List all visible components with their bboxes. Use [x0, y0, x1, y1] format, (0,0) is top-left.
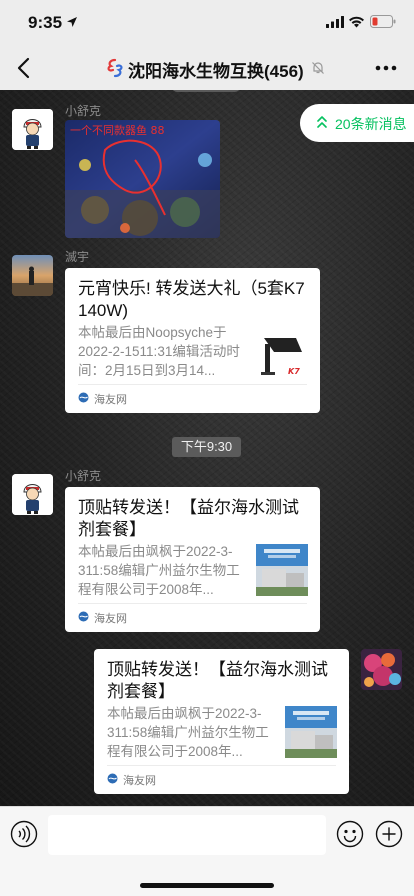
- double-chevron-up-icon: [317, 116, 327, 128]
- card-title: 元宵快乐! 转发送大礼（5套K7 140W): [78, 279, 305, 320]
- image-overlay-text: 一个不同款器鱼 88: [70, 123, 165, 137]
- source-logo-icon: [78, 392, 89, 403]
- company-building-photo: [285, 706, 337, 758]
- new-messages-button[interactable]: 20条新消息: [300, 104, 414, 142]
- more-options-icon[interactable]: [372, 58, 400, 78]
- card-thumbnail: [285, 706, 337, 758]
- home-indicator[interactable]: [140, 883, 274, 888]
- card-description: 本帖最后由Noopsyche于2022-2-1511:31编辑活动时间：2月15…: [78, 325, 240, 378]
- wifi-icon: [349, 16, 364, 28]
- card-title: 顶贴转发送！【益尔海水测试剂套餐】: [107, 660, 328, 701]
- company-building-photo: [256, 544, 308, 596]
- source-logo-icon: [107, 773, 118, 784]
- card-divider: [78, 384, 307, 385]
- my-avatar[interactable]: [361, 649, 402, 690]
- group-avatar: [107, 58, 123, 78]
- source-logo-icon: [78, 611, 89, 622]
- sender-name: 小舒克: [65, 469, 102, 483]
- battery-low-icon: [370, 15, 396, 28]
- card-source: 海友网: [123, 775, 156, 787]
- partial-time-label: [172, 90, 240, 92]
- avatar[interactable]: [12, 474, 53, 515]
- link-card-sent[interactable]: 顶贴转发送！【益尔海水测试剂套餐】 本帖最后由飒枫于2022-3-311:58编…: [94, 649, 349, 794]
- nav-bar: 沈阳海水生物互换(456): [0, 46, 414, 90]
- sender-name: 滅宇: [65, 250, 90, 264]
- thumb-logo-text: K7: [288, 367, 300, 376]
- card-description: 本帖最后由飒枫于2022-3-311:58编辑广州益尔生物工程有限公司于2008…: [78, 544, 240, 597]
- card-thumbnail: [256, 544, 308, 596]
- avatar[interactable]: [12, 109, 53, 150]
- cartoon-boy-avatar-icon: [12, 474, 53, 515]
- card-source: 海友网: [94, 394, 127, 406]
- message-input[interactable]: [48, 815, 326, 855]
- status-time: 9:35: [28, 13, 63, 32]
- mute-bell-icon: [312, 62, 324, 74]
- card-source: 海友网: [94, 613, 127, 625]
- voice-input-icon[interactable]: [10, 820, 38, 848]
- location-arrow-icon: [67, 17, 77, 27]
- reef-tank-photo: 一个不同款器鱼 88: [65, 120, 220, 238]
- card-thumbnail: K7: [258, 330, 310, 382]
- link-card[interactable]: 顶贴转发送！【益尔海水测试剂套餐】 本帖最后由飒枫于2022-3-311:58编…: [65, 487, 320, 632]
- cellular-signal-icon: [326, 16, 344, 28]
- chat-title: 沈阳海水生物互换(456): [128, 62, 304, 81]
- chat-area[interactable]: 小舒克 一个不同款器鱼 88 20条新消息 滅宇 元宵快乐! 转发送大礼（5套K…: [0, 90, 414, 806]
- card-title: 顶贴转发送！【益尔海水测试剂套餐】: [78, 498, 299, 539]
- cartoon-boy-avatar-icon: [12, 109, 53, 150]
- input-bar: [0, 806, 414, 896]
- time-separator: 下午9:30: [172, 437, 241, 457]
- plus-icon[interactable]: [375, 820, 403, 848]
- sunset-photo-avatar-icon: [12, 255, 53, 296]
- coral-photo-avatar-icon: [361, 649, 402, 690]
- avatar[interactable]: [12, 255, 53, 296]
- emoji-icon[interactable]: [336, 820, 364, 848]
- new-messages-label: 20条新消息: [335, 116, 407, 132]
- link-card[interactable]: 元宵快乐! 转发送大礼（5套K7 140W) 本帖最后由Noopsyche于20…: [65, 268, 320, 413]
- card-divider: [107, 765, 336, 766]
- card-description: 本帖最后由飒枫于2022-3-311:58编辑广州益尔生物工程有限公司于2008…: [107, 706, 269, 759]
- sender-name: 小舒克: [65, 104, 102, 118]
- image-message[interactable]: 一个不同款器鱼 88: [65, 120, 220, 238]
- lamp-product-icon: K7: [258, 330, 310, 382]
- status-bar: 9:35: [0, 0, 414, 46]
- back-chevron-icon[interactable]: [12, 54, 36, 82]
- card-divider: [78, 603, 307, 604]
